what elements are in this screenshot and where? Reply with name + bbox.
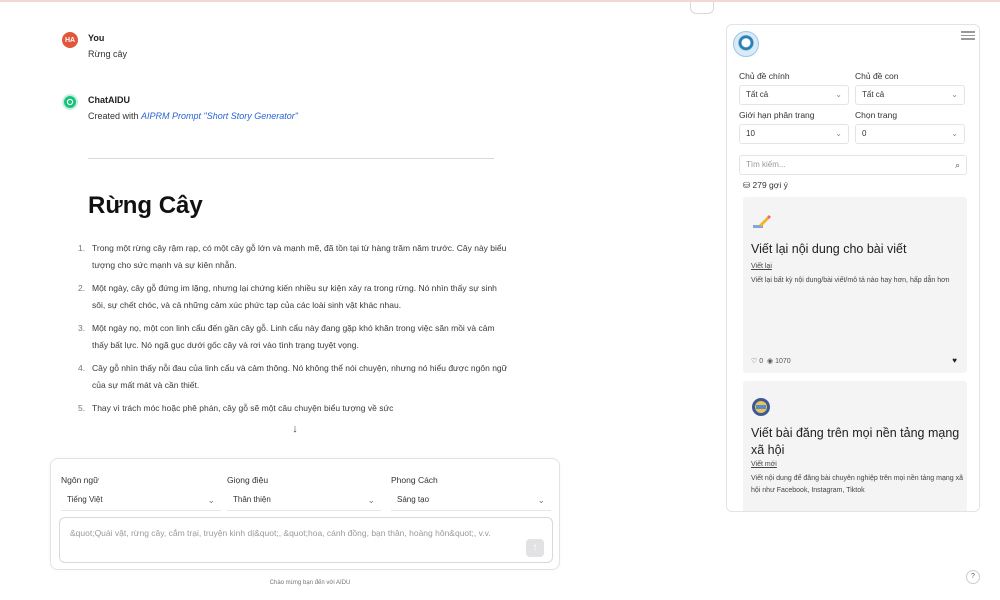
app-logo-icon — [733, 31, 759, 57]
chevron-down-icon: ⌄ — [367, 495, 375, 505]
language-label: Ngôn ngữ — [61, 475, 99, 485]
card-description: Viết nội dung để đăng bài chuyên nghiệp … — [751, 475, 963, 494]
bot-avatar-icon — [62, 94, 78, 110]
list-item: 1. Trong một rừng cây rậm rạp, có một cây… — [78, 243, 507, 270]
card-title: Viết lại nội dung cho bài viết — [751, 242, 907, 256]
page-limit-label: Giới hạn phân trang — [739, 110, 815, 120]
chevron-down-icon: ⌄ — [835, 129, 842, 138]
topic-label: Chủ đề chính — [739, 71, 790, 81]
page-select[interactable]: 0 ⌄ — [855, 124, 965, 144]
subtopic-select[interactable]: Tất cả ⌄ — [855, 85, 965, 105]
send-arrow-icon: ↑ — [532, 542, 538, 553]
list-item: 4. Cây gỗ nhìn thấy nỗi đau của linh cẩu … — [78, 363, 508, 390]
message-divider — [88, 158, 494, 159]
prompt-count: ⛁ 279 gợi ý — [743, 180, 788, 190]
tone-select[interactable]: Thân thiện ⌄ — [227, 489, 381, 511]
chevron-down-icon: ⌄ — [537, 495, 545, 505]
topic-select[interactable]: Tất cả ⌄ — [739, 85, 849, 105]
user-message-text: Rừng cây — [88, 49, 128, 59]
user-avatar: HA — [62, 32, 78, 48]
tone-label: Giọng điệu — [227, 475, 269, 485]
prompt-card[interactable]: Viết lại nội dung cho bài viết Viết lại … — [743, 197, 967, 373]
panel-toggle-tab[interactable] — [690, 2, 714, 14]
card-stats: ♡ 0 ◉ 1070 — [751, 358, 791, 365]
send-button[interactable]: ↑ — [526, 539, 544, 557]
views-icon: ◉ — [767, 358, 774, 365]
help-button[interactable]: ? — [966, 570, 980, 584]
chevron-down-icon: ⌄ — [951, 129, 958, 138]
chevron-down-icon: ⌄ — [835, 90, 842, 99]
story-list: 1. Trong một rừng cây rậm rạp, có một cây… — [78, 240, 508, 423]
prompt-search-input[interactable]: Tìm kiếm... ⌕ — [739, 155, 967, 175]
story-title: Rừng Cây — [88, 192, 203, 219]
card-title: Viết bài đăng trên mọi nền tảng mạng xã … — [751, 426, 960, 457]
card-tag[interactable]: Viết mới — [751, 461, 777, 468]
style-select[interactable]: Sáng tạo ⌄ — [391, 489, 551, 511]
card-tag[interactable]: Viết lại — [751, 263, 772, 270]
footer-text: Chào mừng bạn đến với AIDU — [269, 580, 351, 586]
language-select[interactable]: Tiếng Việt ⌄ — [61, 489, 221, 511]
prompt-placeholder: &quot;Quái vật, rừng cây, cắm trại, truy… — [70, 528, 491, 538]
composer-panel: Ngôn ngữ Tiếng Việt ⌄ Giọng điệu Thân th… — [50, 458, 560, 570]
prompt-sidebar: Chủ đề chính Tất cả ⌄ Chủ đề con Tất cả ⌄ … — [726, 24, 980, 512]
bot-name: ChatAIDU — [88, 95, 130, 105]
created-with-prefix: Created with — [88, 111, 142, 121]
page-select-label: Chọn trang — [855, 110, 898, 120]
card-description: Viết lại bất kỳ nội dung/bài viết/mô tả … — [751, 277, 950, 284]
chevron-down-icon: ⌄ — [951, 90, 958, 99]
top-border — [0, 0, 1000, 2]
style-label: Phong Cách — [391, 475, 438, 485]
list-item: 3. Một ngày nọ, một con linh cẩu đến gần … — [78, 323, 495, 350]
aiprm-prompt-link[interactable]: AIPRM Prompt "Short Story Generator" — [141, 111, 298, 121]
chevron-down-icon: ⌄ — [207, 495, 215, 505]
prompt-card[interactable]: Viết bài đăng trên mọi nền tảng mạng xã … — [743, 381, 967, 511]
scroll-down-arrow-icon[interactable]: ↓ — [288, 422, 302, 436]
bot-created-with: Created with AIPRM Prompt "Short Story G… — [88, 111, 298, 121]
social-globe-icon — [751, 397, 771, 417]
pencil-icon — [751, 213, 771, 233]
list-item: 5. Thay vì trách móc hoặc phê phán, cây g… — [78, 403, 394, 413]
search-icon: ⌕ — [954, 160, 960, 170]
database-icon: ⛁ — [743, 180, 751, 190]
prompt-input[interactable]: &quot;Quái vật, rừng cây, cắm trại, truy… — [59, 517, 553, 563]
list-item: 2. Một ngày, cây gỗ đứng im lặng, nhưng l… — [78, 283, 497, 310]
hamburger-menu-icon[interactable] — [961, 29, 975, 41]
user-name: You — [88, 33, 105, 43]
like-icon: ♡ — [751, 358, 758, 365]
page-limit-select[interactable]: 10 ⌄ — [739, 124, 849, 144]
favorite-heart-icon[interactable]: ♥ — [952, 356, 957, 365]
subtopic-label: Chủ đề con — [855, 71, 899, 81]
